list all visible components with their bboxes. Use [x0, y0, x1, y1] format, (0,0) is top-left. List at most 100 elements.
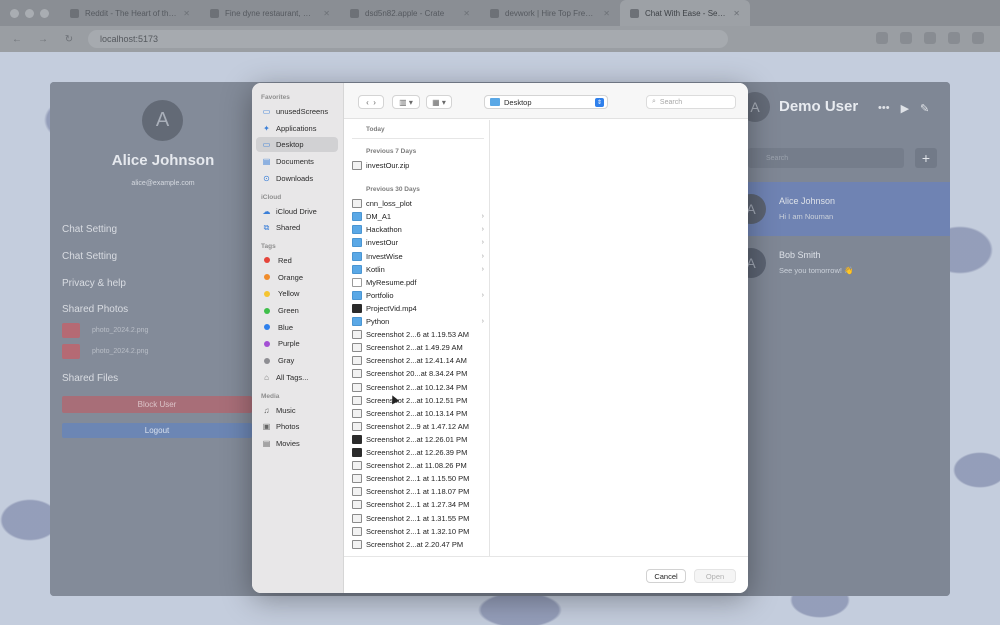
sidebar-item-applications[interactable]: ✦ Applications [256, 121, 338, 136]
file-item[interactable]: DM_A1 › [352, 210, 484, 223]
close-tab-icon[interactable]: ✕ [603, 9, 610, 18]
file-item[interactable]: Screenshot 20...at 8.34.24 PM [352, 367, 484, 380]
sidebar-item-movies[interactable]: ▤ Movies [256, 436, 338, 451]
dialog-toolbar: ‹ › ▥ ▾ ▦ ▾ Desktop ⇕ ⌕ Search [344, 83, 748, 119]
back-arrow-icon[interactable]: ← [10, 34, 24, 45]
shared-photo-item[interactable]: photo_2024.2.png [62, 323, 148, 338]
sidebar-tag-green[interactable]: Green [256, 303, 338, 318]
file-item[interactable]: Screenshot 2...at 11.08.26 PM [352, 459, 484, 472]
open-button[interactable]: Open [694, 569, 736, 583]
file-item[interactable]: Screenshot 2...1 at 1.32.10 PM [352, 525, 484, 538]
close-tab-icon[interactable]: ✕ [323, 9, 330, 18]
conversation-item[interactable]: A Bob Smith See you tomorrow! 👋 [736, 236, 950, 290]
menu-chat-setting-2[interactable]: Chat Setting [62, 251, 117, 262]
applications-icon: ✦ [263, 123, 270, 133]
file-item[interactable]: Screenshot 2...at 10.12.51 PM [352, 394, 484, 407]
file-item[interactable]: Screenshot 2...at 10.12.34 PM [352, 381, 484, 394]
sidebar-item-shared[interactable]: ⧉ Shared [256, 220, 338, 235]
sidebar-tag-red[interactable]: Red [256, 253, 338, 268]
menu-icon[interactable] [972, 32, 984, 44]
file-item[interactable]: Screenshot 2...9 at 1.47.12 AM [352, 420, 484, 433]
file-item[interactable]: cnn_loss_plot [352, 197, 484, 210]
dialog-search-input[interactable]: ⌕ Search [646, 95, 736, 109]
browser-tab[interactable]: Reddit - The Heart of the Internet ✕ [60, 0, 200, 26]
file-item[interactable]: Kotlin › [352, 263, 484, 276]
file-item[interactable]: Screenshot 2...at 1.49.29 AM [352, 341, 484, 354]
url-input[interactable]: localhost:5173 [88, 30, 728, 48]
file-item[interactable]: MyResume.pdf [352, 276, 484, 289]
chevron-updown-icon: ⇕ [595, 98, 604, 107]
shared-files-heading[interactable]: Shared Files [62, 373, 118, 384]
block-user-button[interactable]: Block User [62, 396, 252, 413]
profile-icon[interactable] [948, 32, 960, 44]
back-forward-buttons[interactable]: ‹ › [358, 95, 384, 109]
file-item[interactable]: Screenshot 2...at 10.13.14 PM [352, 407, 484, 420]
sidebar-item-icloud-drive[interactable]: ☁ iCloud Drive [256, 204, 338, 219]
close-tab-icon[interactable]: ✕ [733, 9, 740, 18]
shared-photos-heading[interactable]: Shared Photos [62, 304, 128, 315]
file-item[interactable]: Portfolio › [352, 289, 484, 302]
browser-tab[interactable]: dsd5n82.apple - Crate ✕ [340, 0, 480, 26]
file-item[interactable]: Screenshot 2...at 12.26.01 PM [352, 433, 484, 446]
browser-tab[interactable]: devwork | Hire Top Freelancer ✕ [480, 0, 620, 26]
logout-button[interactable]: Logout [62, 423, 252, 438]
add-chat-button[interactable]: + [915, 148, 937, 168]
file-item[interactable]: investOur › [352, 236, 484, 249]
sidebar-tag-purple[interactable]: Purple [256, 336, 338, 351]
file-item[interactable]: InvestWise › [352, 250, 484, 263]
window-controls[interactable] [0, 8, 60, 18]
video-icon[interactable]: ▶ [901, 102, 909, 115]
sidebar-tag-orange[interactable]: Orange [256, 270, 338, 285]
sidebar-tag-yellow[interactable]: Yellow [256, 286, 338, 301]
sidebar-tag-gray[interactable]: Gray [256, 353, 338, 368]
file-item[interactable]: Screenshot 2...1 at 1.18.07 PM [352, 485, 484, 498]
sidebar-all-tags[interactable]: ⌂ All Tags... [256, 370, 338, 385]
sidebar-tag-blue[interactable]: Blue [256, 320, 338, 335]
sidebar-item-label: Documents [276, 157, 314, 167]
group-by-button[interactable]: ▦ ▾ [426, 95, 452, 109]
file-item[interactable]: Screenshot 2...6 at 1.19.53 AM [352, 328, 484, 341]
extension-icon[interactable] [924, 32, 936, 44]
file-name: Screenshot 2...at 12.26.01 PM [366, 434, 468, 444]
sidebar-item-music[interactable]: ♫ Music [256, 403, 338, 418]
more-icon[interactable]: ••• [878, 102, 890, 115]
close-window-icon[interactable] [10, 8, 19, 18]
file-item[interactable]: Screenshot 2...1 at 1.31.55 PM [352, 512, 484, 525]
chevron-right-icon: › [481, 213, 484, 221]
menu-privacy-help[interactable]: Privacy & help [62, 278, 126, 289]
chat-search-input[interactable]: Search [748, 148, 904, 168]
bookmark-icon[interactable] [900, 32, 912, 44]
view-mode-button[interactable]: ▥ ▾ [392, 95, 420, 109]
browser-tab[interactable]: Chat With Ease - Seamless ✕ [620, 0, 750, 26]
file-item[interactable]: Python › [352, 315, 484, 328]
zoom-window-icon[interactable] [40, 8, 49, 18]
file-item[interactable]: ProjectVid.mp4 [352, 302, 484, 315]
sidebar-item-desktop[interactable]: ▭ Desktop [256, 137, 338, 153]
file-item[interactable]: investOur.zip [352, 159, 484, 172]
menu-chat-setting[interactable]: Chat Setting [62, 224, 117, 235]
edit-icon[interactable]: ✎ [920, 102, 929, 115]
sidebar-item-unusedscreens[interactable]: ▭ unusedScreens [256, 104, 338, 119]
close-tab-icon[interactable]: ✕ [183, 9, 190, 18]
file-item[interactable]: Screenshot 2...at 12.26.39 PM [352, 446, 484, 459]
conversation-item[interactable]: A Alice Johnson Hi I am Nouman [736, 182, 950, 236]
file-item[interactable]: Screenshot 2...at 12.41.14 AM [352, 354, 484, 367]
minimize-window-icon[interactable] [25, 8, 34, 18]
extension-icon[interactable] [876, 32, 888, 44]
sidebar-item-photos[interactable]: ▣ Photos [256, 419, 338, 434]
reload-icon[interactable]: ↻ [62, 34, 76, 45]
shared-photo-item[interactable]: photo_2024.2.png [62, 344, 148, 359]
location-select[interactable]: Desktop ⇕ [484, 95, 608, 109]
sidebar-item-downloads[interactable]: ⊙ Downloads [256, 171, 338, 186]
forward-arrow-icon[interactable]: → [36, 34, 50, 45]
file-item[interactable]: Screenshot 2...1 at 1.15.50 PM [352, 472, 484, 485]
forward-icon[interactable]: › [373, 98, 376, 107]
close-tab-icon[interactable]: ✕ [463, 9, 470, 18]
browser-tab[interactable]: Fine dyne restaurant, mood ✕ [200, 0, 340, 26]
sidebar-item-documents[interactable]: ▤ Documents [256, 154, 338, 169]
back-icon[interactable]: ‹ [366, 98, 369, 107]
file-item[interactable]: Screenshot 2...1 at 1.27.34 PM [352, 498, 484, 511]
file-item[interactable]: Hackathon › [352, 223, 484, 236]
cancel-button[interactable]: Cancel [646, 569, 686, 583]
file-item[interactable]: Screenshot 2...at 2.20.47 PM [352, 538, 484, 551]
